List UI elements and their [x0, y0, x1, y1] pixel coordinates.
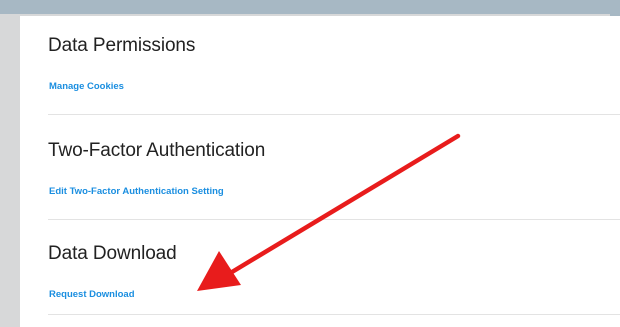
section-title-data-permissions: Data Permissions — [48, 35, 196, 56]
backdrop — [0, 0, 620, 14]
section-title-two-factor-authentication: Two-Factor Authentication — [48, 140, 266, 161]
section-divider — [48, 219, 620, 220]
section-divider — [48, 114, 620, 115]
section-divider — [48, 314, 620, 315]
section-title-data-download: Data Download — [48, 243, 177, 264]
settings-panel — [20, 16, 620, 327]
manage-cookies-link[interactable]: Manage Cookies — [49, 81, 124, 92]
edit-two-factor-setting-link[interactable]: Edit Two-Factor Authentication Setting — [49, 186, 224, 197]
request-download-link[interactable]: Request Download — [49, 289, 135, 300]
